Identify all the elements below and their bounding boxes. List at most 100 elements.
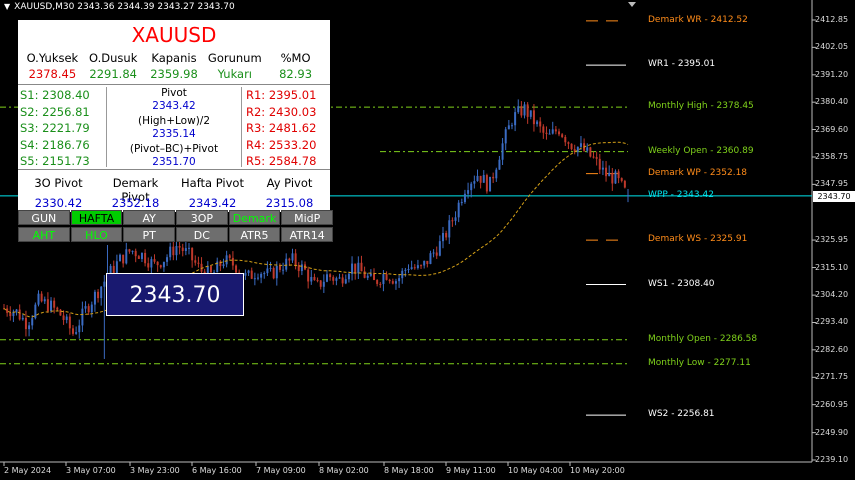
candle-body <box>463 193 466 203</box>
level-label: Monthly Low - 2277.11 <box>648 357 751 368</box>
candle-body <box>366 275 369 278</box>
candle-body <box>24 317 27 330</box>
resistance-item: R1: 2395.01 <box>246 88 317 102</box>
support-item: S2: 2256.81 <box>20 104 90 119</box>
candle-body <box>119 254 122 262</box>
candle-body <box>256 277 259 279</box>
candle-body <box>492 176 495 179</box>
price-axis-label: 2380.40 <box>815 97 849 107</box>
candle-body <box>144 252 147 264</box>
candle-body <box>71 328 74 334</box>
3op-button[interactable]: 3OP <box>176 210 228 225</box>
chart-shift-marker-icon[interactable] <box>628 2 636 7</box>
candle-body <box>338 277 341 279</box>
candle-body <box>56 307 59 310</box>
candle-body <box>605 167 608 177</box>
time-axis-label: 10 May 20:00 <box>570 466 625 475</box>
candle-body <box>435 252 438 256</box>
candle-body <box>570 143 573 150</box>
candle-body <box>473 181 476 184</box>
candle-body <box>401 270 404 279</box>
candle-body <box>410 267 413 270</box>
candle-body <box>316 280 319 282</box>
gun-button[interactable]: GUN <box>18 210 70 225</box>
candle-body <box>344 279 347 284</box>
price-axis-label: 2358.75 <box>815 152 849 161</box>
aht-button[interactable]: AHT <box>18 227 70 242</box>
candle-body <box>175 245 178 256</box>
hlo-button[interactable]: HLO <box>70 227 123 242</box>
candle-body <box>250 270 253 279</box>
atr5-button[interactable]: ATR5 <box>228 227 281 242</box>
candle-body <box>68 316 71 329</box>
level-label: Demark WS - 2325.91 <box>648 234 748 245</box>
candle-body <box>454 217 457 221</box>
candle-body <box>122 254 125 264</box>
pivot-center: Pivot 2343.42 (High+Low)/2 2335.14 (Pivo… <box>107 87 242 168</box>
candle-body <box>614 171 617 184</box>
price-axis-label: 2304.20 <box>815 290 849 300</box>
candle-body <box>87 306 90 313</box>
candle-body <box>266 268 269 274</box>
candle-body <box>529 110 532 117</box>
time-axis-label: 3 May 07:00 <box>66 466 116 475</box>
chart-symbol-header: ▼ XAUUSD,M30 2343.36 2344.39 2343.27 2343… <box>4 2 235 12</box>
candle-body <box>510 125 513 127</box>
candle-body <box>420 265 423 267</box>
price-axis-label: 2271.75 <box>815 372 849 382</box>
price-axis-label: 2260.95 <box>815 399 849 409</box>
button-row-2: AHT HLO PT DC ATR5 ATR14 <box>18 227 334 244</box>
candle-body <box>567 142 570 144</box>
level-label: Weekly Open - 2360.89 <box>648 145 754 156</box>
candle-body <box>426 260 429 264</box>
candle-body <box>369 273 372 276</box>
indicator-button-grid: GUN HAFTA AY 3OP Demark MidP AHT HLO PT … <box>18 210 334 244</box>
candle-body <box>31 318 34 326</box>
candle-body <box>579 143 582 147</box>
pivot-type-value: 2343.42 <box>188 196 237 210</box>
ay-button[interactable]: AY <box>123 210 176 225</box>
candle-body <box>382 274 385 285</box>
candle-body <box>457 202 460 218</box>
dc-button[interactable]: DC <box>176 227 228 242</box>
candle-body <box>209 266 212 273</box>
candle-body <box>341 277 344 284</box>
candle-body <box>438 241 441 256</box>
candle-body <box>84 306 87 309</box>
candle-body <box>507 125 510 130</box>
candle-body <box>542 126 545 133</box>
percent-mo-value: 82.93 <box>279 67 313 81</box>
pt-button[interactable]: PT <box>123 227 176 242</box>
pivot-type-values: 2330.42 2352.18 2343.42 2315.08 <box>18 192 330 212</box>
pbc-value: 2351.70 <box>152 156 196 168</box>
candle-body <box>59 309 62 316</box>
candle-body <box>482 175 485 183</box>
candle-body <box>65 316 68 321</box>
quote-header: Kapanis <box>151 51 197 65</box>
panel-title: XAUUSD <box>131 23 217 47</box>
candle-body <box>404 269 407 271</box>
candle-body <box>363 271 366 278</box>
candle-body <box>28 325 31 330</box>
hafta-button[interactable]: HAFTA <box>70 210 123 225</box>
candle-body <box>373 273 376 281</box>
candle-body <box>329 274 332 278</box>
candle-body <box>228 255 231 258</box>
pivot-type-header: 3O Pivot <box>34 176 83 190</box>
atr14-button[interactable]: ATR14 <box>281 227 334 242</box>
pivot-type-headers: 3O Pivot Demark Pivot Hafta Pivot Ay Piv… <box>18 172 330 204</box>
candle-body <box>291 253 294 261</box>
demark-button[interactable]: Demark <box>228 210 281 225</box>
midp-button[interactable]: MidP <box>281 210 334 225</box>
candle-body <box>319 280 322 287</box>
time-axis-label: 7 May 09:00 <box>256 466 306 475</box>
candle-body <box>558 131 561 135</box>
candle-body <box>97 291 100 299</box>
time-axis-label: 10 May 04:00 <box>508 466 563 475</box>
candle-body <box>75 332 78 334</box>
time-axis-label: 8 May 18:00 <box>384 466 434 475</box>
candle-body <box>416 265 419 269</box>
time-axis-label: 9 May 11:00 <box>446 466 496 475</box>
info-panel: XAUUSD O.Yuksek O.Dusuk Kapanis Gorunum … <box>18 20 330 212</box>
candle-body <box>247 270 250 273</box>
